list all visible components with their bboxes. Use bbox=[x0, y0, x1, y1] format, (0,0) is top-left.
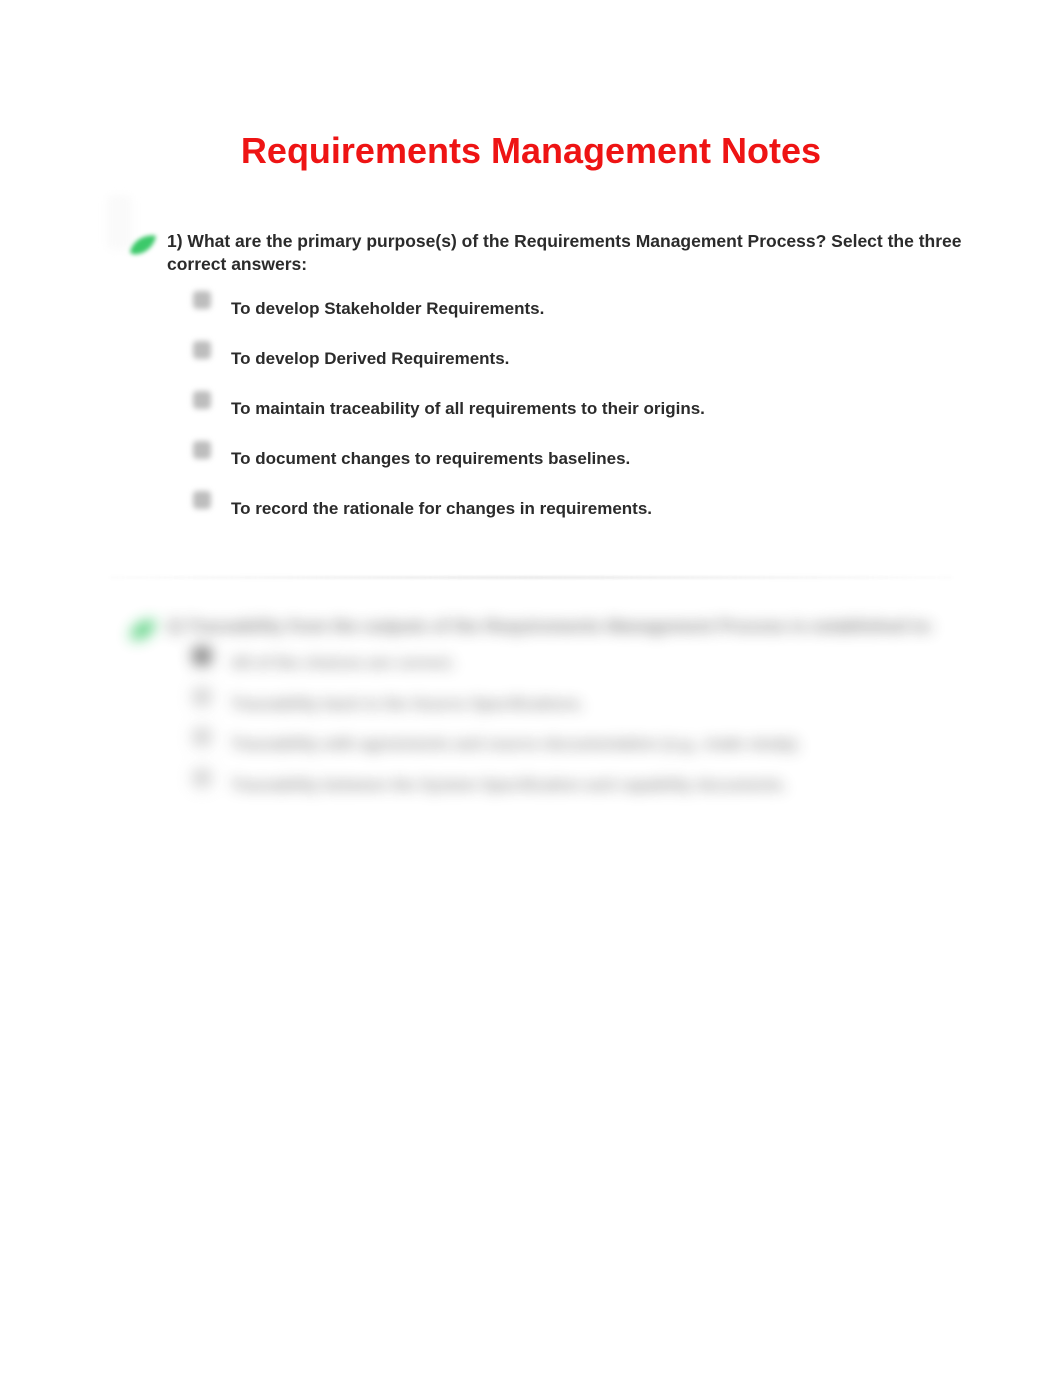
question-prompt: 1) What are the primary purpose(s) of th… bbox=[167, 230, 962, 276]
option-text: Traceability with agreements and source … bbox=[231, 735, 801, 756]
option-text: To develop Stakeholder Requirements. bbox=[231, 298, 544, 320]
option-row: Traceability with agreements and source … bbox=[193, 735, 962, 756]
question-2-options: All of the choices are correct. Traceabi… bbox=[193, 654, 962, 797]
option-marker-icon bbox=[193, 491, 211, 509]
leaf-icon bbox=[128, 617, 158, 643]
question-1: 1) What are the primary purpose(s) of th… bbox=[0, 212, 1062, 566]
option-text: To document changes to requirements base… bbox=[231, 448, 630, 470]
option-row: All of the choices are correct. bbox=[193, 654, 962, 675]
option-text: Traceability between the System Specific… bbox=[231, 776, 787, 797]
leaf-icon bbox=[128, 232, 158, 258]
option-marker-icon bbox=[193, 441, 211, 459]
option-row: Traceability between the System Specific… bbox=[193, 776, 962, 797]
option-marker-icon bbox=[193, 769, 211, 787]
option-row: To develop Derived Requirements. bbox=[193, 348, 962, 370]
option-marker-icon bbox=[193, 728, 211, 746]
option-marker-icon bbox=[193, 291, 211, 309]
option-marker-icon bbox=[193, 341, 211, 359]
section-divider bbox=[110, 576, 952, 579]
question-2-blurred: 2) Traceability from the outputs of the … bbox=[0, 597, 1062, 835]
page-title: Requirements Management Notes bbox=[0, 0, 1062, 212]
option-row: Traceability back to the Source Specific… bbox=[193, 695, 962, 716]
question-1-options: To develop Stakeholder Requirements. To … bbox=[193, 298, 962, 520]
option-marker-icon bbox=[193, 647, 211, 665]
option-text: Traceability back to the Source Specific… bbox=[231, 695, 584, 716]
option-marker-icon bbox=[193, 688, 211, 706]
option-text: To record the rationale for changes in r… bbox=[231, 498, 652, 520]
option-row: To develop Stakeholder Requirements. bbox=[193, 298, 962, 320]
option-row: To document changes to requirements base… bbox=[193, 448, 962, 470]
option-row: To record the rationale for changes in r… bbox=[193, 498, 962, 520]
option-text: To maintain traceability of all requirem… bbox=[231, 398, 705, 420]
option-text: To develop Derived Requirements. bbox=[231, 348, 509, 370]
option-marker-icon bbox=[193, 391, 211, 409]
option-text: All of the choices are correct. bbox=[231, 654, 455, 675]
question-prompt: 2) Traceability from the outputs of the … bbox=[167, 615, 962, 638]
option-row: To maintain traceability of all requirem… bbox=[193, 398, 962, 420]
